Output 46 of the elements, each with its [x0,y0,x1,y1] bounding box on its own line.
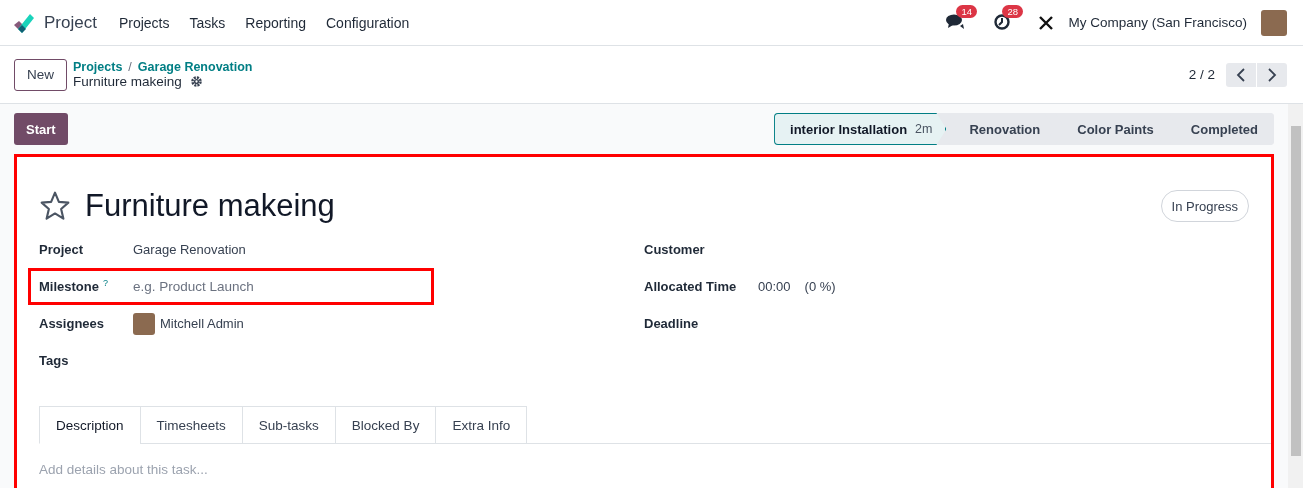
pager-value: 2 / 2 [1188,67,1215,82]
field-value[interactable]: Garage Renovation [133,242,246,257]
field-label: Allocated Time [644,279,738,294]
menu-item[interactable]: Projects [118,14,170,31]
menu-item[interactable]: Tasks [189,14,226,31]
scrollbar[interactable] [1288,104,1303,488]
field-label: Assignees [39,316,105,331]
gear-icon[interactable] [189,75,203,88]
task-title: Furniture makeing [85,188,335,224]
field-label: Customer [644,242,706,257]
avatar-placeholder[interactable] [1261,9,1287,36]
stage-button[interactable]: interior Installation 2m [774,113,947,145]
field-value[interactable]: Mitchell Admin [160,316,244,331]
previous-button[interactable] [1226,62,1256,87]
field-value[interactable]: 00:00 [758,279,791,294]
field-label: Milestone [39,279,99,294]
breadcrumb-link[interactable]: Garage Renovation [137,60,253,74]
chevron-left-icon [1236,66,1246,83]
company-switcher[interactable]: My Company (San Francisco) [1068,15,1247,30]
field-label: Deadline [644,316,700,331]
tab[interactable]: Sub-tasks [241,406,335,444]
menu-item[interactable]: Configuration [326,14,410,31]
tab[interactable]: Timesheets [139,406,242,444]
percentage-text: (0 %) [804,279,836,294]
field-label: Tags [39,353,69,368]
start-button[interactable]: Start [14,113,68,145]
menu-item[interactable]: Reporting [245,14,306,31]
star-icon[interactable] [39,190,71,222]
help-tooltip[interactable]: ? [102,279,108,288]
breadcrumb-separator: / [128,60,132,74]
activity-count: 28 [1002,4,1023,18]
tab[interactable]: Extra Info [435,406,528,444]
chevron-right-icon [1267,66,1277,83]
field-label: Project [39,242,84,257]
new-button[interactable]: New [14,58,67,91]
notification-count: 14 [956,4,977,18]
app-name[interactable]: Project [44,12,97,33]
checkmark-logo-icon[interactable] [12,11,36,34]
state-button[interactable]: In Progress [1160,190,1249,222]
record-title: Furniture makeing [73,74,182,89]
breadcrumb-link[interactable]: Projects [73,60,123,74]
tab[interactable]: Blocked By [334,406,436,444]
avatar-placeholder [133,312,155,335]
input-field[interactable]: e.g. Product Launch [133,279,373,294]
next-button[interactable] [1257,62,1287,87]
tab[interactable]: Description [39,406,140,444]
